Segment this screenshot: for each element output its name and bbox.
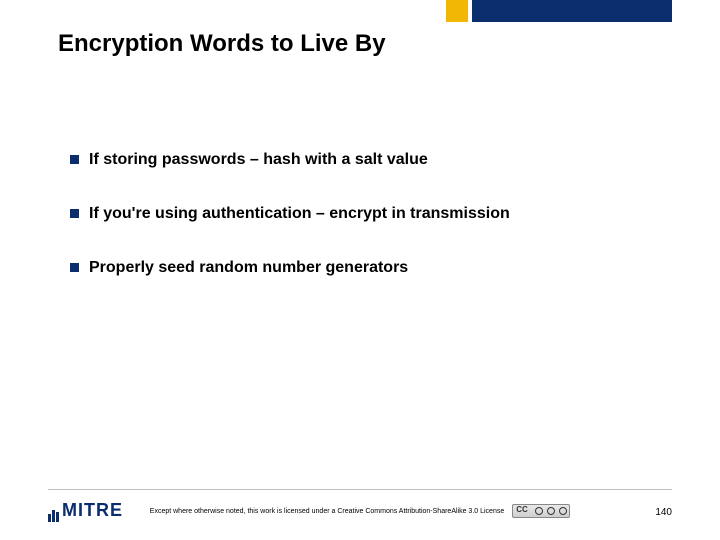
- bullet-text: Properly seed random number generators: [89, 258, 408, 278]
- slide-title: Encryption Words to Live By: [58, 30, 386, 58]
- bullet-marker-icon: [70, 263, 79, 272]
- bullet-item: Properly seed random number generators: [70, 258, 660, 278]
- bullet-text: If storing passwords – hash with a salt …: [89, 150, 428, 170]
- footer-divider: [48, 489, 672, 490]
- license-line: Except where otherwise noted, this work …: [0, 504, 720, 518]
- bullet-item: If storing passwords – hash with a salt …: [70, 150, 660, 170]
- bullet-marker-icon: [70, 155, 79, 164]
- accent-rect-navy: [472, 0, 672, 22]
- accent-square-gold: [446, 0, 468, 22]
- slide-content: If storing passwords – hash with a salt …: [70, 150, 660, 312]
- cc-badge-icon: [512, 504, 570, 518]
- bullet-marker-icon: [70, 209, 79, 218]
- slide: Encryption Words to Live By If storing p…: [0, 0, 720, 540]
- license-text: Except where otherwise noted, this work …: [150, 508, 504, 515]
- accent-bar: [446, 0, 672, 22]
- bullet-text: If you're using authentication – encrypt…: [89, 204, 510, 224]
- bullet-item: If you're using authentication – encrypt…: [70, 204, 660, 224]
- page-number: 140: [655, 507, 672, 518]
